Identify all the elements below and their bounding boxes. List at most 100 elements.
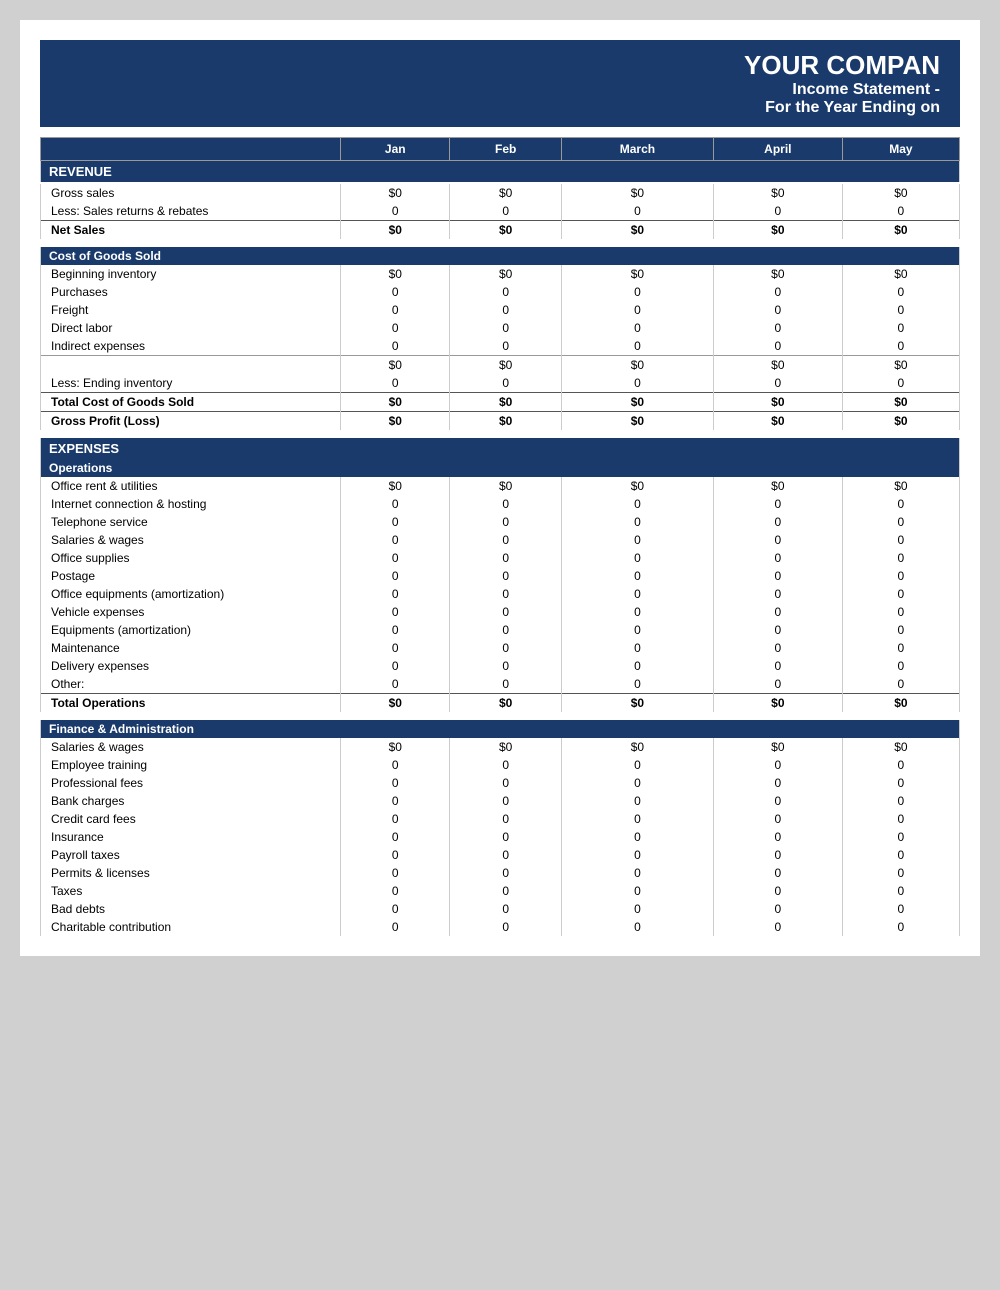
delivery-expenses-row: Delivery expenses 0 0 0 0 0 <box>41 657 960 675</box>
col-may: May <box>842 138 959 161</box>
professional-fees-label: Professional fees <box>41 774 341 792</box>
revenue-header-row: REVENUE <box>41 161 960 183</box>
internet-label: Internet connection & hosting <box>41 495 341 513</box>
equipments-amort-label: Equipments (amortization) <box>41 621 341 639</box>
freight-row: Freight 0 0 0 0 0 <box>41 301 960 319</box>
net-sales-feb: $0 <box>450 221 561 240</box>
office-equipment-label: Office equipments (amortization) <box>41 585 341 603</box>
total-cogs-label: Total Cost of Goods Sold <box>41 393 341 412</box>
sales-returns-row: Less: Sales returns & rebates 0 0 0 0 0 <box>41 202 960 221</box>
permits-licenses-label: Permits & licenses <box>41 864 341 882</box>
gross-sales-april: $0 <box>713 184 842 202</box>
payroll-taxes-row: Payroll taxes 0 0 0 0 0 <box>41 846 960 864</box>
total-operations-row: Total Operations $0 $0 $0 $0 $0 <box>41 694 960 713</box>
bad-debts-row: Bad debts 0 0 0 0 0 <box>41 900 960 918</box>
col-jan: Jan <box>341 138 450 161</box>
net-sales-row: Net Sales $0 $0 $0 $0 $0 <box>41 221 960 240</box>
other-ops-label: Other: <box>41 675 341 694</box>
col-label <box>41 138 341 161</box>
delivery-expenses-label: Delivery expenses <box>41 657 341 675</box>
net-sales-label: Net Sales <box>41 221 341 240</box>
sales-returns-label: Less: Sales returns & rebates <box>41 202 341 221</box>
insurance-label: Insurance <box>41 828 341 846</box>
bank-charges-row: Bank charges 0 0 0 0 0 <box>41 792 960 810</box>
company-name: YOUR COMPAN <box>50 50 940 81</box>
vehicle-expenses-row: Vehicle expenses 0 0 0 0 0 <box>41 603 960 621</box>
equipments-amort-row: Equipments (amortization) 0 0 0 0 0 <box>41 621 960 639</box>
beginning-inventory-label: Beginning inventory <box>41 265 341 283</box>
expenses-header-row: EXPENSES <box>41 438 960 459</box>
net-sales-may: $0 <box>842 221 959 240</box>
report-header: YOUR COMPAN Income Statement - For the Y… <box>40 40 960 127</box>
cogs-subtotal-row: $0 $0 $0 $0 $0 <box>41 356 960 375</box>
fa-salaries-label: Salaries & wages <box>41 738 341 756</box>
postage-label: Postage <box>41 567 341 585</box>
direct-labor-row: Direct labor 0 0 0 0 0 <box>41 319 960 337</box>
office-supplies-row: Office supplies 0 0 0 0 0 <box>41 549 960 567</box>
net-sales-jan: $0 <box>341 221 450 240</box>
office-supplies-label: Office supplies <box>41 549 341 567</box>
income-statement-table: Jan Feb March April May REVENUE Gross sa… <box>40 137 960 936</box>
expenses-header: EXPENSES <box>41 438 960 459</box>
postage-row: Postage 0 0 0 0 0 <box>41 567 960 585</box>
gross-sales-row: Gross sales $0 $0 $0 $0 $0 <box>41 184 960 202</box>
maintenance-label: Maintenance <box>41 639 341 657</box>
telephone-label: Telephone service <box>41 513 341 531</box>
col-march: March <box>561 138 713 161</box>
net-sales-march: $0 <box>561 221 713 240</box>
gross-sales-may: $0 <box>842 184 959 202</box>
indirect-expenses-row: Indirect expenses 0 0 0 0 0 <box>41 337 960 356</box>
less-ending-inventory-label: Less: Ending inventory <box>41 374 341 393</box>
bad-debts-label: Bad debts <box>41 900 341 918</box>
sales-returns-jan: 0 <box>341 202 450 221</box>
maintenance-row: Maintenance 0 0 0 0 0 <box>41 639 960 657</box>
operations-header-row: Operations <box>41 459 960 477</box>
revenue-header: REVENUE <box>41 161 960 183</box>
page: YOUR COMPAN Income Statement - For the Y… <box>20 20 980 956</box>
freight-label: Freight <box>41 301 341 319</box>
professional-fees-row: Professional fees 0 0 0 0 0 <box>41 774 960 792</box>
gross-profit-label: Gross Profit (Loss) <box>41 412 341 431</box>
internet-row: Internet connection & hosting 0 0 0 0 0 <box>41 495 960 513</box>
salaries-wages-ops-label: Salaries & wages <box>41 531 341 549</box>
indirect-expenses-label: Indirect expenses <box>41 337 341 356</box>
office-rent-label: Office rent & utilities <box>41 477 341 495</box>
col-feb: Feb <box>450 138 561 161</box>
purchases-label: Purchases <box>41 283 341 301</box>
cogs-header-row: Cost of Goods Sold <box>41 247 960 265</box>
credit-card-fees-row: Credit card fees 0 0 0 0 0 <box>41 810 960 828</box>
taxes-row: Taxes 0 0 0 0 0 <box>41 882 960 900</box>
fa-salaries-row: Salaries & wages $0 $0 $0 $0 $0 <box>41 738 960 756</box>
charitable-contribution-label: Charitable contribution <box>41 918 341 936</box>
gross-sales-feb: $0 <box>450 184 561 202</box>
finance-admin-header: Finance & Administration <box>41 720 960 738</box>
employee-training-row: Employee training 0 0 0 0 0 <box>41 756 960 774</box>
purchases-row: Purchases 0 0 0 0 0 <box>41 283 960 301</box>
beginning-inventory-row: Beginning inventory $0 $0 $0 $0 $0 <box>41 265 960 283</box>
spacer <box>41 430 960 438</box>
employee-training-label: Employee training <box>41 756 341 774</box>
sales-returns-march: 0 <box>561 202 713 221</box>
less-ending-inventory-row: Less: Ending inventory 0 0 0 0 0 <box>41 374 960 393</box>
total-cogs-row: Total Cost of Goods Sold $0 $0 $0 $0 $0 <box>41 393 960 412</box>
column-header-row: Jan Feb March April May <box>41 138 960 161</box>
sales-returns-may: 0 <box>842 202 959 221</box>
other-ops-row: Other: 0 0 0 0 0 <box>41 675 960 694</box>
spacer <box>41 239 960 247</box>
finance-admin-header-row: Finance & Administration <box>41 720 960 738</box>
total-operations-label: Total Operations <box>41 694 341 713</box>
gross-sales-march: $0 <box>561 184 713 202</box>
office-equipment-row: Office equipments (amortization) 0 0 0 0… <box>41 585 960 603</box>
net-sales-april: $0 <box>713 221 842 240</box>
gross-profit-row: Gross Profit (Loss) $0 $0 $0 $0 $0 <box>41 412 960 431</box>
vehicle-expenses-label: Vehicle expenses <box>41 603 341 621</box>
salaries-wages-ops-row: Salaries & wages 0 0 0 0 0 <box>41 531 960 549</box>
sales-returns-april: 0 <box>713 202 842 221</box>
bank-charges-label: Bank charges <box>41 792 341 810</box>
gross-sales-jan: $0 <box>341 184 450 202</box>
direct-labor-label: Direct labor <box>41 319 341 337</box>
charitable-contribution-row: Charitable contribution 0 0 0 0 0 <box>41 918 960 936</box>
insurance-row: Insurance 0 0 0 0 0 <box>41 828 960 846</box>
report-subtitle: Income Statement - <box>50 81 940 99</box>
permits-licenses-row: Permits & licenses 0 0 0 0 0 <box>41 864 960 882</box>
